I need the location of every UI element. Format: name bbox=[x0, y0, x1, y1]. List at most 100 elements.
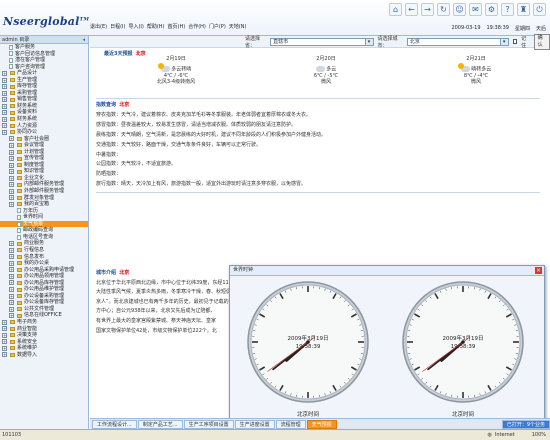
status-zoom[interactable]: 100% bbox=[532, 432, 546, 438]
folder-icon bbox=[10, 104, 15, 109]
task-tab[interactable]: 天气预报 bbox=[306, 419, 337, 429]
folder-icon bbox=[17, 163, 22, 168]
folder-icon bbox=[10, 352, 15, 357]
expand-icon[interactable]: + bbox=[9, 300, 14, 306]
lock-icon[interactable]: ♜ bbox=[517, 3, 530, 16]
header-weekday: 星期四 bbox=[514, 26, 530, 32]
expand-icon[interactable]: + bbox=[2, 123, 7, 129]
clocks-area: 2009年3月19日19:38:39北京时间2009年3月19日19:38:39… bbox=[247, 281, 524, 418]
sidebar-item[interactable]: + 数据导入 bbox=[0, 352, 88, 359]
task-tab[interactable]: 已打开：9个业务 bbox=[501, 419, 550, 429]
expand-icon[interactable]: + bbox=[2, 345, 7, 351]
expand-icon[interactable]: + bbox=[2, 103, 7, 109]
header: NseerglobalTM 退出(E) 日程(I) 导入(I) 帮助(H) 首页(H) 合… bbox=[0, 0, 550, 36]
expand-icon[interactable]: + bbox=[2, 77, 7, 83]
top-menu-item[interactable]: 合作(H) bbox=[188, 23, 206, 30]
expand-icon[interactable]: + bbox=[2, 332, 7, 338]
folder-icon bbox=[10, 130, 15, 135]
province-select[interactable]: 直辖市 ▾ bbox=[270, 37, 374, 46]
expand-icon[interactable]: + bbox=[9, 247, 14, 253]
expand-icon[interactable]: + bbox=[2, 84, 7, 90]
folder-icon bbox=[17, 300, 22, 305]
help-icon[interactable]: ? bbox=[501, 3, 514, 16]
expand-icon[interactable]: + bbox=[2, 326, 7, 332]
document-icon bbox=[17, 208, 21, 214]
top-menu-item[interactable]: 日程(I) bbox=[110, 23, 125, 30]
world-clock-popup[interactable]: 世界时钟 × 2009年3月19日 19:38:39 北京时间 2009年3月19日 19… bbox=[229, 265, 545, 425]
exit-icon[interactable]: ⏻ bbox=[533, 3, 546, 16]
expand-icon[interactable]: + bbox=[2, 90, 7, 96]
forecast-date: 2月19日 bbox=[166, 56, 186, 62]
expand-icon[interactable]: + bbox=[2, 70, 7, 76]
expand-icon[interactable]: + bbox=[9, 149, 14, 155]
expand-icon[interactable]: + bbox=[2, 116, 7, 122]
document-icon bbox=[9, 51, 13, 57]
expand-icon[interactable]: + bbox=[2, 110, 7, 116]
home-icon[interactable]: ⌂ bbox=[389, 3, 402, 16]
top-menu-item[interactable]: 门户(P) bbox=[209, 23, 226, 30]
expand-icon[interactable]: + bbox=[9, 188, 14, 194]
expand-icon[interactable]: + bbox=[2, 352, 7, 358]
expand-icon[interactable]: + bbox=[9, 162, 14, 168]
expand-icon[interactable]: + bbox=[9, 306, 14, 312]
user-icon[interactable]: ☺ bbox=[453, 3, 466, 16]
top-menu-item[interactable]: 导入(I) bbox=[128, 23, 143, 30]
expand-icon[interactable]: + bbox=[9, 175, 14, 181]
folder-icon bbox=[17, 150, 22, 155]
task-tab[interactable]: 流程管理 bbox=[275, 419, 306, 429]
popup-titlebar[interactable]: 世界时钟 × bbox=[230, 266, 544, 276]
expand-icon[interactable]: + bbox=[9, 156, 14, 162]
task-tab[interactable]: 生产进度设置 bbox=[234, 419, 275, 429]
folder-icon bbox=[10, 339, 15, 344]
sidebar-header: admin 目录 ◂ bbox=[0, 36, 88, 44]
forecast-wind: 微风 bbox=[470, 79, 481, 85]
refresh-icon[interactable]: ↻ bbox=[437, 3, 450, 16]
expand-icon[interactable]: + bbox=[9, 313, 14, 319]
expand-icon[interactable]: + bbox=[9, 293, 14, 299]
top-menu-item[interactable]: 首页(H) bbox=[168, 23, 186, 30]
expand-icon[interactable]: + bbox=[9, 280, 14, 286]
forecast-weather-row: 多云转晴 bbox=[106, 62, 246, 73]
expand-icon[interactable]: + bbox=[9, 241, 14, 247]
expand-icon[interactable]: + bbox=[9, 260, 14, 266]
expand-icon[interactable]: + bbox=[9, 201, 14, 207]
expand-icon[interactable]: + bbox=[2, 319, 7, 325]
life-index-line: 公园指数：天气较冷，不适宜旅游。 bbox=[96, 161, 177, 168]
expand-icon[interactable]: + bbox=[9, 254, 14, 260]
gear-icon[interactable]: ⚙ bbox=[485, 3, 498, 16]
task-tab[interactable]: 工作流程设计... bbox=[92, 419, 137, 429]
expand-icon[interactable]: + bbox=[2, 97, 7, 103]
expand-icon[interactable]: + bbox=[9, 195, 14, 201]
expand-icon[interactable]: + bbox=[2, 339, 7, 345]
life-index-line: 感冒指数：昼夜温差较大，较易发生感冒，请适当增减衣服。体质较弱的朋友请注意防护。 bbox=[96, 121, 297, 128]
remember-label: 记住 bbox=[521, 35, 527, 49]
task-tab[interactable]: 生产工序项目设置 bbox=[183, 419, 234, 429]
document-icon bbox=[9, 64, 13, 70]
expand-icon[interactable]: + bbox=[9, 267, 14, 273]
forward-icon[interactable]: → bbox=[421, 3, 434, 16]
close-icon[interactable]: × bbox=[535, 267, 542, 274]
expand-icon[interactable]: + bbox=[9, 287, 14, 292]
top-menu-item[interactable]: 帮助(H) bbox=[147, 23, 165, 30]
city-select[interactable]: 北京 ▾ bbox=[406, 37, 509, 46]
forecast-weather: 晴转多云 bbox=[471, 66, 492, 72]
confirm-button[interactable]: 确认 bbox=[533, 33, 550, 50]
life-title: 指数查询 bbox=[96, 102, 117, 108]
folder-icon bbox=[10, 71, 15, 76]
expand-icon[interactable]: + bbox=[9, 182, 14, 188]
remember-checkbox[interactable] bbox=[512, 39, 518, 44]
mail-icon[interactable]: ✉ bbox=[469, 3, 482, 16]
task-tab[interactable]: 制定产品工艺... bbox=[137, 419, 183, 429]
expand-icon[interactable]: + bbox=[2, 129, 7, 135]
logo: NseerglobalTM bbox=[3, 15, 90, 28]
expand-icon[interactable]: + bbox=[9, 169, 14, 175]
top-menu-item[interactable]: 天地(N) bbox=[229, 23, 247, 30]
expand-icon[interactable]: + bbox=[9, 273, 14, 279]
collapse-icon[interactable]: ◂ bbox=[82, 37, 85, 43]
expand-icon[interactable]: + bbox=[9, 136, 14, 142]
expand-icon[interactable]: + bbox=[9, 142, 14, 148]
task-tabs: 工作流程设计... 制定产品工艺... 生产工序项目设置 生产进度设置 流程管理 天气预报… bbox=[90, 418, 550, 429]
top-menu-item[interactable]: 退出(E) bbox=[90, 23, 107, 30]
folder-icon bbox=[17, 176, 22, 181]
back-icon[interactable]: ← bbox=[405, 3, 418, 16]
